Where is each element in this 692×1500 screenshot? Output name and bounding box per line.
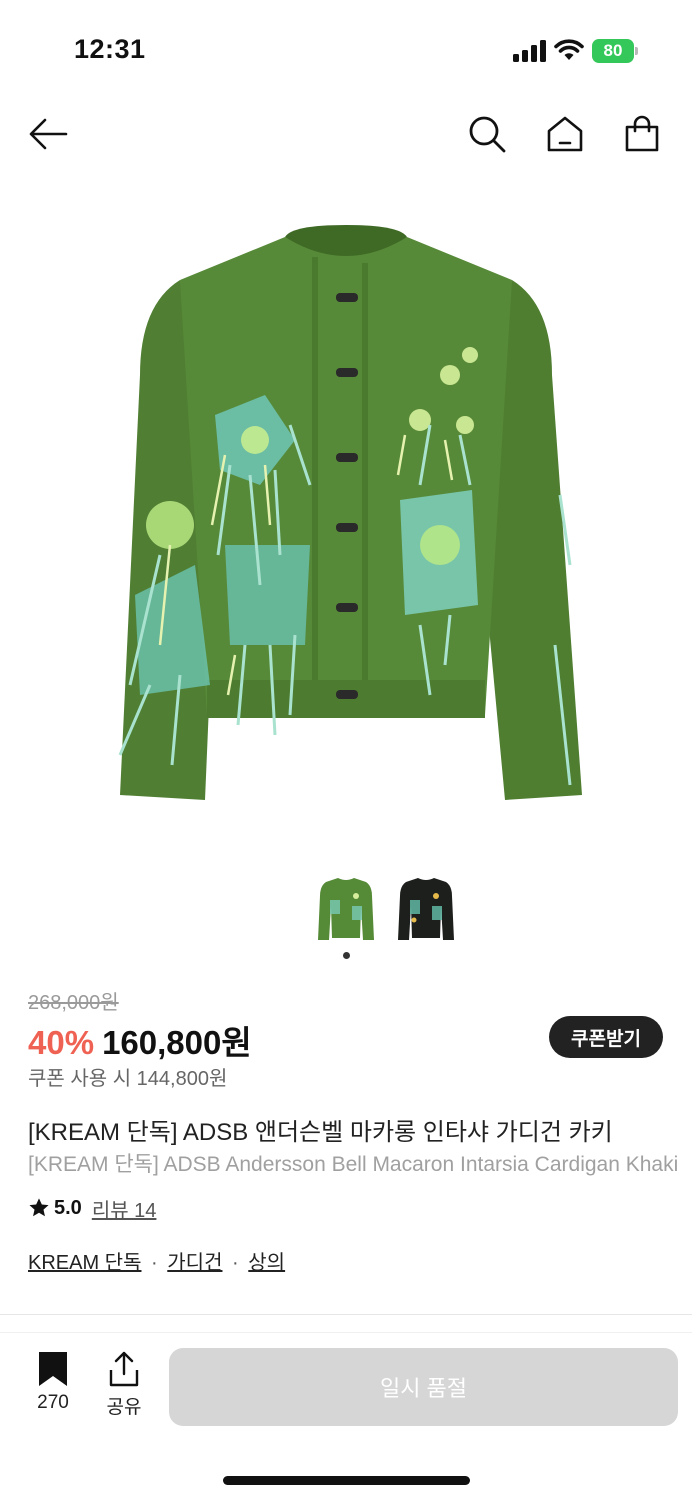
battery-tip [635,47,638,55]
search-icon [469,116,506,153]
thumbnail-2[interactable] [396,876,456,942]
battery-icon: 80 [592,39,638,63]
discount-rate: 40% [28,1024,95,1061]
category-link-tops[interactable]: 상의 [248,1252,285,1274]
shopping-bag-icon [625,115,659,152]
back-button[interactable] [26,112,70,156]
battery-level: 80 [592,39,634,63]
product-name-english: [KREAM 단독] ADSB Andersson Bell Macaron I… [28,1153,679,1176]
share-label: 공유 [106,1397,142,1418]
top-navigation [0,100,692,170]
coupon-price: 쿠폰 사용 시 144,800원 [28,1068,228,1090]
share-button[interactable]: 공유 [100,1350,148,1420]
product-name-korean: [KREAM 단독] ADSB 앤더슨벨 마카롱 인타샤 가디건 카키 [28,1119,613,1146]
category-separator: · [232,1252,239,1274]
price-row: 40% 160,800원 [28,1016,252,1061]
back-arrow-icon [29,118,68,150]
bookmark-icon [39,1352,67,1386]
search-button[interactable] [465,112,509,156]
rating-row: 5.0 리뷰 14 [28,1194,156,1222]
green-cardigan-thumbnail [318,878,374,940]
coupon-button[interactable]: 쿠폰받기 [549,1016,663,1058]
rating-value: 5.0 [54,1196,82,1219]
signal-icon [513,40,546,62]
wifi-icon [554,39,584,60]
share-icon [109,1351,139,1387]
home-icon [547,116,583,152]
status-time: 12:31 [74,34,146,64]
sale-price: 160,800원 [102,1024,252,1061]
bookmark-count: 270 [37,1392,69,1413]
green-mohair-cardigan-image [118,225,582,800]
review-link[interactable]: 리뷰 14 [92,1194,157,1223]
soldout-button[interactable]: 일시 품절 [169,1348,678,1426]
category-breadcrumb: KREAM 단독 · 가디건 · 상의 [28,1246,285,1275]
product-image[interactable] [100,225,592,815]
thumbnail-strip [0,870,692,950]
category-separator: · [151,1252,158,1274]
category-link-cardigan[interactable]: 가디건 [167,1252,222,1274]
bottom-action-bar: 270 공유 일시 품절 [0,1340,692,1440]
divider [0,1332,692,1333]
original-price: 268,000원 [28,992,119,1014]
category-link-kream-exclusive[interactable]: KREAM 단독 [28,1252,141,1274]
status-bar: 12:31 80 [0,0,692,100]
black-cardigan-thumbnail [398,878,454,940]
page-indicator-dot [343,952,350,959]
star-icon [29,1198,49,1217]
thumbnail-1[interactable] [316,876,376,942]
home-button[interactable] [543,112,587,156]
bookmark-button[interactable]: 270 [28,1350,78,1420]
cart-button[interactable] [620,112,664,156]
home-indicator [223,1476,470,1485]
divider [0,1314,692,1315]
